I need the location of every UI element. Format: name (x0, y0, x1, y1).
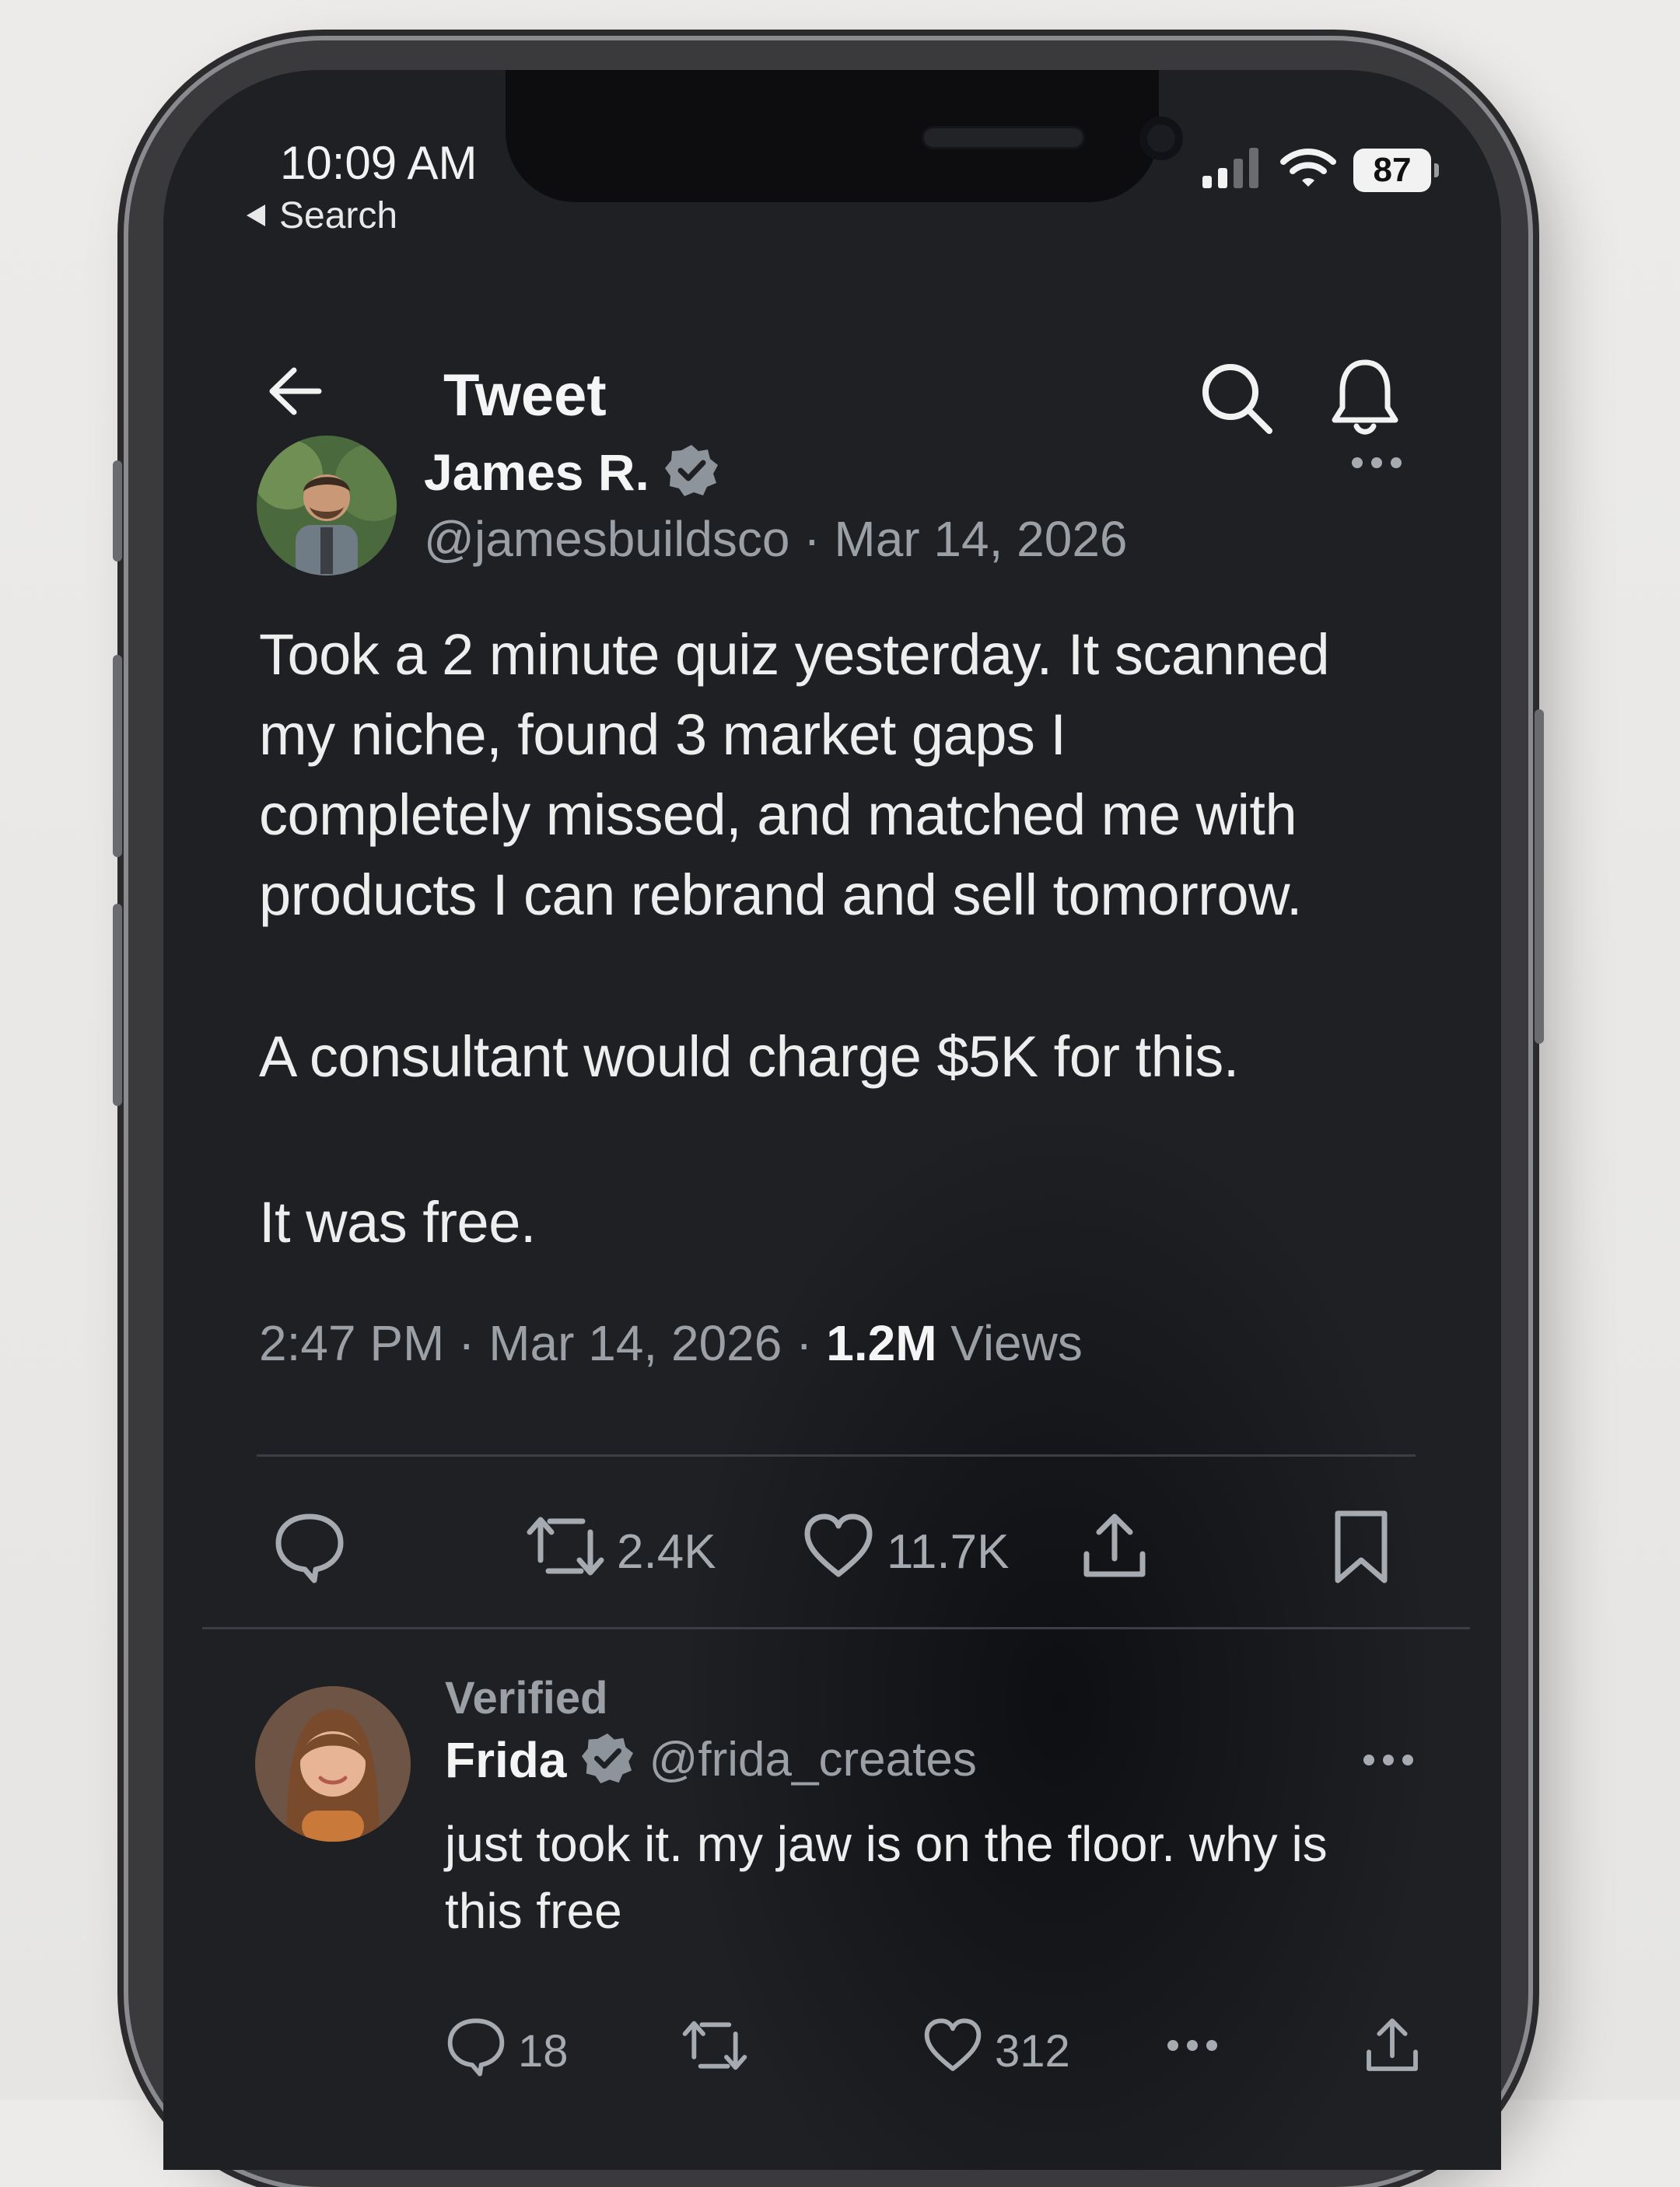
cellular-signal-icon (1202, 146, 1263, 194)
tweet-date: Mar 14, 2026 (834, 511, 1128, 567)
author-avatar[interactable] (257, 436, 397, 576)
meta-time: 2:47 PM (259, 1315, 445, 1371)
meta-separator: · (803, 511, 835, 567)
reply-verified-label: Verified (445, 1673, 608, 1723)
like-button[interactable]: 11.7K (801, 1509, 1009, 1595)
meta-separator: · (458, 1315, 489, 1371)
reply-more-options-icon[interactable] (1361, 1748, 1416, 1776)
reply-like-count: 312 (995, 2025, 1070, 2077)
divider (202, 1627, 1470, 1629)
reply-icon (272, 1509, 347, 1595)
front-camera (1139, 117, 1183, 160)
like-count: 11.7K (887, 1525, 1010, 1579)
tweet-line: It was free. (259, 1190, 536, 1254)
speaker-grille (922, 126, 1085, 149)
author-handle[interactable]: @jamesbuildsco (424, 511, 790, 567)
reply-author-line: Frida @frida_creates (445, 1730, 977, 1789)
tweet-line: completely missed, and matched me with (259, 782, 1297, 847)
search-icon[interactable] (1198, 359, 1276, 441)
notch (506, 70, 1183, 202)
reply-share-button[interactable] (1361, 2014, 1423, 2088)
bell-icon[interactable] (1330, 356, 1400, 441)
author-meta: @jamesbuildsco · Mar 14, 2026 (424, 510, 1128, 568)
tweet-line: my niche, found 3 market gaps I (259, 702, 1066, 767)
tweet-line: products I can rebrand and sell tomorrow… (259, 863, 1302, 927)
battery-level: 87 (1373, 150, 1412, 189)
retweet-count: 2.4K (617, 1525, 716, 1579)
status-icons: 87 (1202, 146, 1439, 194)
retweet-button[interactable]: 2.4K (525, 1509, 716, 1595)
arrow-left-icon[interactable] (264, 364, 327, 422)
reply-body: just took it. my jaw is on the floor. wh… (445, 1811, 1472, 1944)
reply-line: just took it. my jaw is on the floor. wh… (445, 1816, 1328, 1872)
reply-like-button[interactable]: 312 (922, 2014, 1070, 2087)
views-count[interactable]: 1.2M (826, 1315, 936, 1371)
tweet-header: Tweet (163, 342, 1501, 436)
bookmark-button[interactable] (1330, 1509, 1392, 1598)
verified-badge-icon (663, 442, 719, 502)
meta-date: Mar 14, 2026 (488, 1315, 782, 1371)
meta-separator: · (796, 1315, 827, 1371)
back-triangle-icon (245, 194, 267, 237)
reply-icon (445, 2014, 507, 2087)
views-label: Views (950, 1315, 1083, 1371)
battery-indicator: 87 (1353, 148, 1439, 192)
divider (257, 1454, 1416, 1457)
share-icon (1361, 2014, 1423, 2088)
heart-icon (801, 1509, 876, 1595)
share-icon (1077, 1509, 1152, 1595)
reply-author-name[interactable]: Frida (445, 1731, 566, 1789)
reply-retweet-button[interactable] (681, 2014, 749, 2088)
reply-handle[interactable]: @frida_creates (649, 1732, 976, 1787)
volume-up-button (113, 655, 122, 857)
retweet-icon (525, 1509, 606, 1595)
verified-badge-icon (580, 1730, 635, 1789)
author-line: James R. (424, 442, 719, 502)
reply-line: this free (445, 1883, 622, 1939)
share-button[interactable] (1077, 1509, 1152, 1595)
back-to-search[interactable]: Search (245, 194, 397, 237)
reply-button[interactable] (272, 1509, 347, 1595)
status-time: 10:09 AM (280, 137, 478, 189)
volume-down-button (113, 904, 122, 1106)
reply-avatar[interactable] (255, 1686, 411, 1842)
app-screen: 10:09 AM Search 87 Tweet James R. @james… (163, 70, 1501, 2170)
reply-reply-button[interactable]: 18 (445, 2014, 569, 2087)
retweet-icon (681, 2014, 749, 2088)
back-search-label: Search (279, 195, 398, 236)
page-title: Tweet (443, 362, 607, 429)
wifi-icon (1280, 146, 1336, 194)
author-name[interactable]: James R. (424, 443, 649, 502)
more-options-icon[interactable] (1349, 451, 1404, 478)
power-button (1535, 709, 1544, 1044)
tweet-line: A consultant would charge $5K for this. (259, 1024, 1239, 1089)
bookmark-icon (1330, 1509, 1392, 1598)
tweet-timestamp: 2:47 PM · Mar 14, 2026 · 1.2M Views (259, 1314, 1083, 1372)
tweet-body: Took a 2 minute quiz yesterday. It scann… (259, 614, 1441, 1262)
tweet-line: Took a 2 minute quiz yesterday. It scann… (259, 622, 1330, 687)
heart-icon (922, 2014, 984, 2087)
reply-reply-count: 18 (518, 2025, 569, 2077)
mute-switch (113, 460, 122, 562)
reply-views-icon[interactable] (1165, 2034, 1220, 2061)
